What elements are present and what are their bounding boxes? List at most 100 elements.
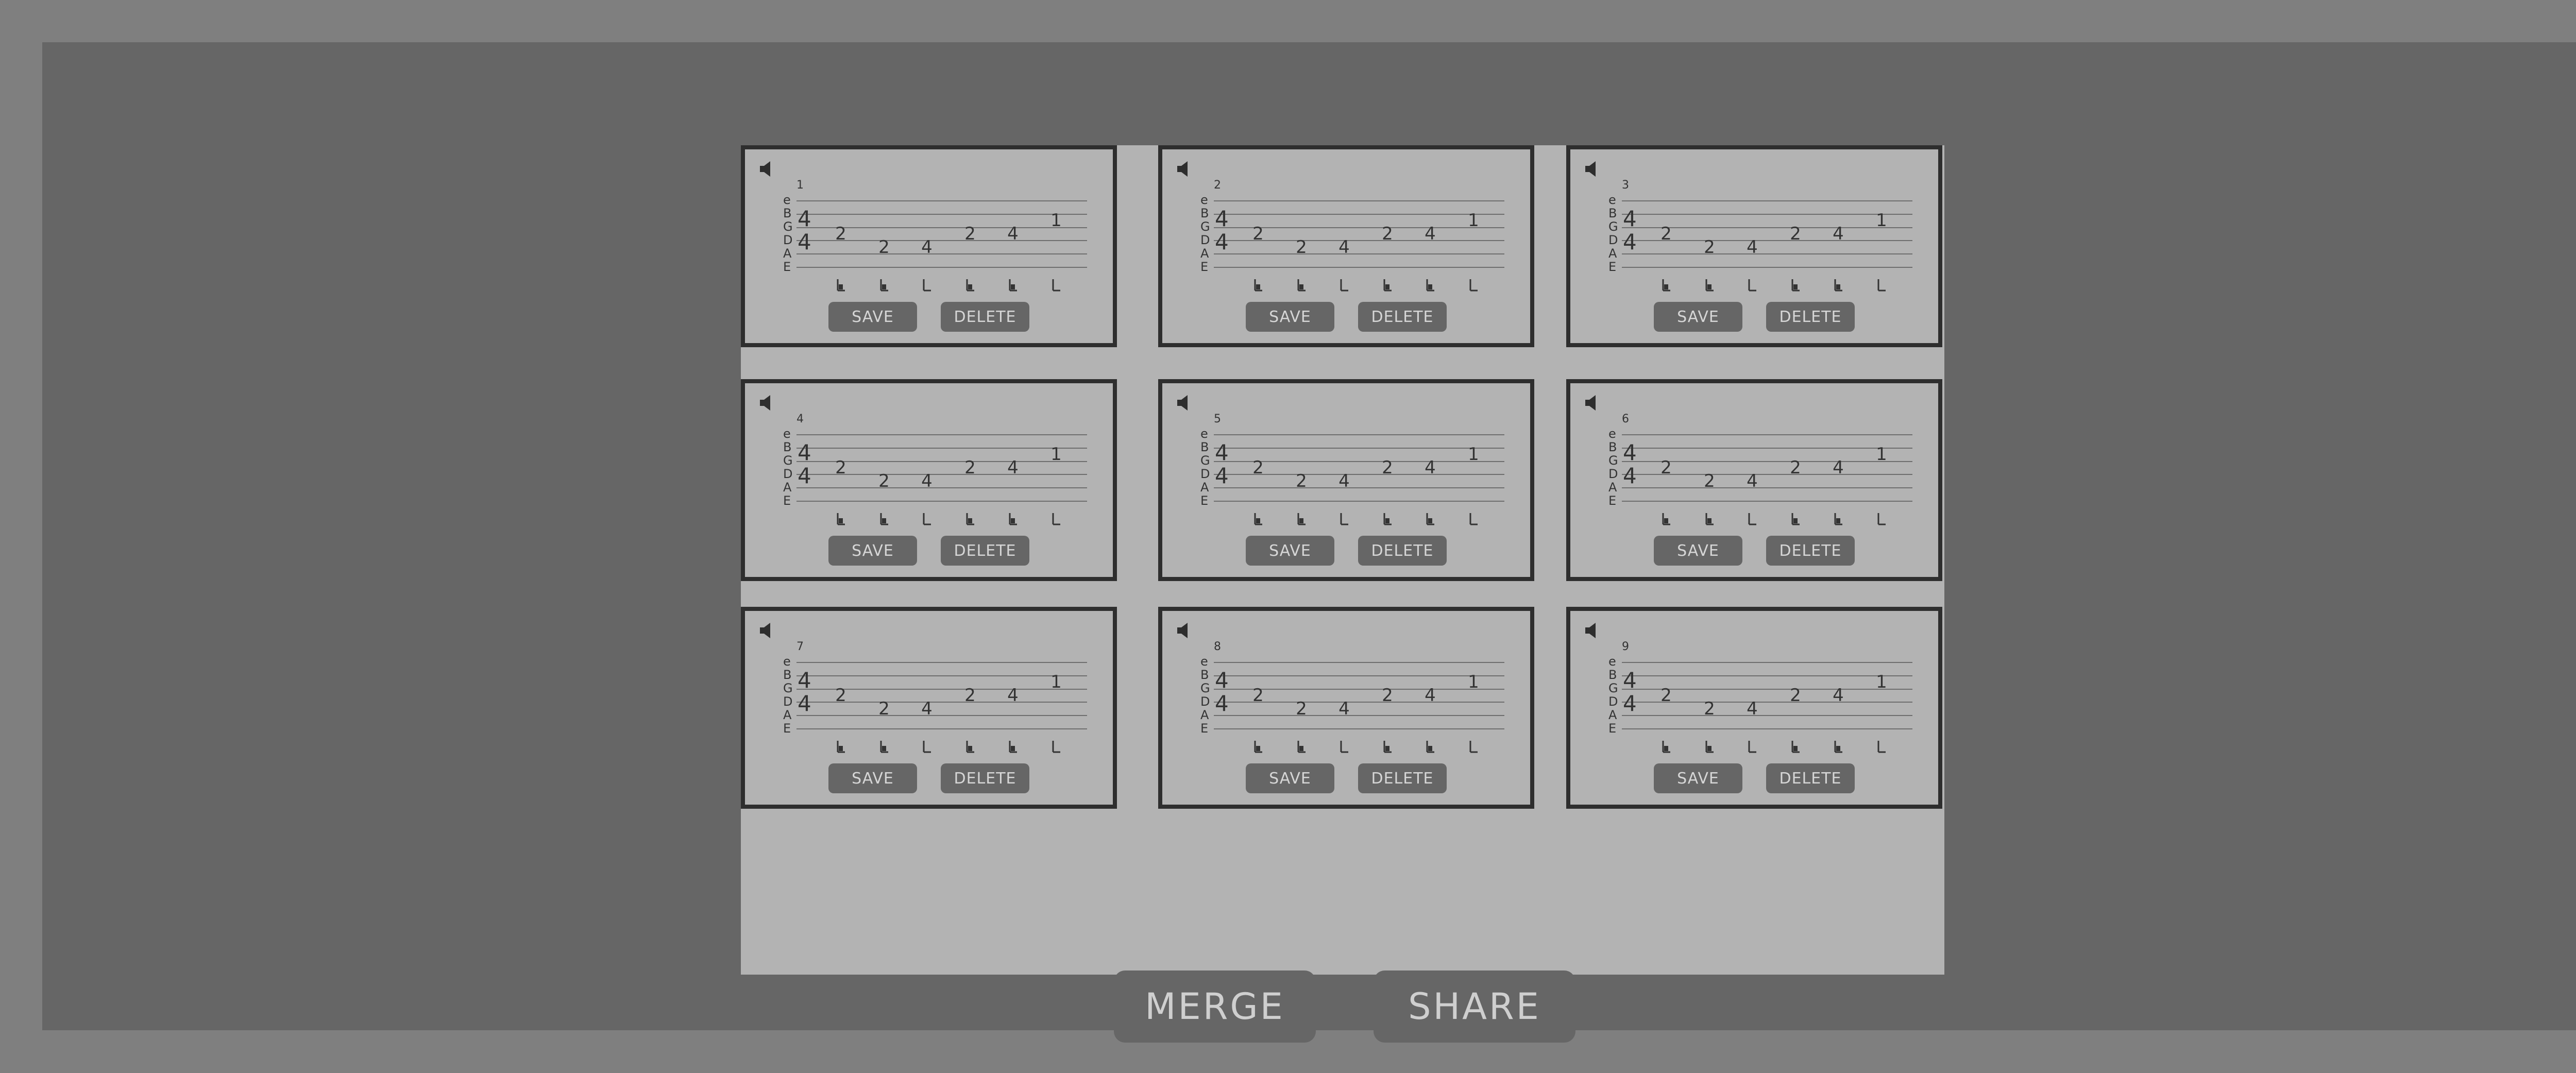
fret-note: 1 bbox=[1468, 444, 1479, 465]
fret-note: 1 bbox=[1050, 210, 1062, 231]
tab-card: 9 e B G D A E 4 4 2 2 4 2 4 1 SAVE DELETE bbox=[1566, 607, 1942, 809]
string-label: E bbox=[1200, 721, 1208, 736]
delete-button[interactable]: DELETE bbox=[941, 763, 1029, 793]
tab-number: 2 bbox=[1214, 179, 1221, 192]
save-button[interactable]: SAVE bbox=[828, 763, 917, 793]
string-label: E bbox=[1608, 260, 1616, 274]
time-signature-bottom: 4 bbox=[1215, 229, 1229, 254]
rhythm-mark bbox=[1748, 741, 1756, 753]
fret-note: 4 bbox=[1007, 685, 1019, 706]
time-signature-bottom: 4 bbox=[798, 463, 811, 488]
tab-number: 3 bbox=[1622, 179, 1629, 192]
string-label: D bbox=[1200, 694, 1210, 709]
fret-note: 2 bbox=[1704, 237, 1715, 258]
string-label: A bbox=[1608, 708, 1617, 722]
delete-button[interactable]: DELETE bbox=[941, 536, 1029, 566]
tab-number: 9 bbox=[1622, 640, 1629, 653]
fret-note: 4 bbox=[1007, 457, 1019, 478]
fret-note: 4 bbox=[1747, 471, 1758, 491]
string-label: G bbox=[783, 219, 793, 234]
rhythm-mark bbox=[1052, 513, 1060, 525]
string-label: A bbox=[1200, 708, 1209, 722]
save-button[interactable]: SAVE bbox=[1246, 536, 1334, 566]
rhythm-mark bbox=[880, 279, 888, 292]
tablature: 2eBGDAE44 22 42 41 bbox=[1200, 179, 1504, 292]
string-label: D bbox=[1200, 467, 1210, 481]
rhythm-mark bbox=[1877, 741, 1886, 753]
rhythm-mark bbox=[1340, 279, 1348, 292]
rhythm-mark bbox=[1009, 513, 1017, 525]
rhythm-mark bbox=[1254, 741, 1262, 753]
save-button[interactable]: SAVE bbox=[1654, 302, 1742, 332]
rhythm-mark bbox=[1254, 513, 1262, 525]
string-label: e bbox=[783, 654, 791, 669]
string-label: B bbox=[1608, 206, 1617, 220]
string-label: A bbox=[783, 480, 792, 495]
save-button[interactable]: SAVE bbox=[828, 536, 917, 566]
delete-button[interactable]: DELETE bbox=[1766, 763, 1855, 793]
string-label: E bbox=[1608, 721, 1616, 736]
time-signature-top: 4 bbox=[1623, 440, 1637, 465]
delete-button[interactable]: DELETE bbox=[1358, 763, 1447, 793]
rhythm-mark bbox=[1662, 741, 1670, 753]
rhythm-mark bbox=[1340, 513, 1348, 525]
fret-note: 4 bbox=[1007, 224, 1019, 244]
delete-button[interactable]: DELETE bbox=[1358, 536, 1447, 566]
string-label: e bbox=[1608, 654, 1616, 669]
fret-note: 2 bbox=[1296, 699, 1307, 719]
string-label: G bbox=[1608, 453, 1618, 468]
string-label: e bbox=[1200, 654, 1208, 669]
rhythm-mark bbox=[1662, 513, 1670, 525]
rhythm-mark bbox=[1834, 741, 1842, 753]
fret-note: 4 bbox=[1747, 237, 1758, 258]
string-label: e bbox=[783, 193, 791, 207]
fret-note: 1 bbox=[1468, 672, 1479, 692]
string-label: D bbox=[1608, 233, 1618, 247]
string-label: A bbox=[1200, 246, 1209, 261]
fret-note: 2 bbox=[964, 685, 976, 706]
fret-note: 2 bbox=[1382, 685, 1393, 706]
rhythm-mark bbox=[837, 279, 845, 292]
rhythm-mark bbox=[1748, 513, 1756, 525]
save-button[interactable]: SAVE bbox=[1246, 302, 1334, 332]
time-signature-top: 4 bbox=[1623, 206, 1637, 231]
time-signature-bottom: 4 bbox=[1623, 463, 1637, 488]
fret-note: 1 bbox=[1876, 210, 1887, 231]
delete-button[interactable]: DELETE bbox=[1766, 302, 1855, 332]
fret-note: 4 bbox=[921, 237, 933, 258]
delete-button[interactable]: DELETE bbox=[941, 302, 1029, 332]
fret-note: 2 bbox=[1660, 224, 1672, 244]
rhythm-mark bbox=[1834, 513, 1842, 525]
tab-number: 1 bbox=[796, 179, 804, 192]
fret-note: 2 bbox=[1790, 685, 1801, 706]
fret-note: 2 bbox=[835, 685, 846, 706]
tab-number: 6 bbox=[1622, 413, 1629, 425]
fret-note: 4 bbox=[1338, 699, 1350, 719]
save-button[interactable]: SAVE bbox=[828, 302, 917, 332]
string-label: G bbox=[1608, 681, 1618, 695]
rhythm-mark bbox=[1469, 741, 1478, 753]
tablature: 4eBGDAE44 22 42 41 bbox=[783, 413, 1087, 525]
string-label: A bbox=[1608, 246, 1617, 261]
rhythm-mark bbox=[880, 513, 888, 525]
save-button[interactable]: SAVE bbox=[1246, 763, 1334, 793]
rhythm-mark bbox=[1383, 741, 1392, 753]
merge-button[interactable]: MERGE bbox=[1114, 970, 1316, 1043]
rhythm-mark bbox=[1877, 279, 1886, 292]
delete-button[interactable]: DELETE bbox=[1766, 536, 1855, 566]
fret-note: 2 bbox=[964, 224, 976, 244]
string-label: G bbox=[1608, 219, 1618, 234]
tab-card: 5 e B G D A E 4 4 2 2 4 2 4 1 SAVE DELETE bbox=[1158, 379, 1534, 581]
delete-button[interactable]: DELETE bbox=[1358, 302, 1447, 332]
save-button[interactable]: SAVE bbox=[1654, 536, 1742, 566]
tab-number: 4 bbox=[796, 413, 804, 425]
time-signature-bottom: 4 bbox=[798, 691, 811, 716]
fret-note: 4 bbox=[1833, 685, 1844, 706]
rhythm-mark bbox=[923, 513, 931, 525]
share-button[interactable]: SHARE bbox=[1374, 970, 1575, 1043]
rhythm-mark bbox=[1254, 279, 1262, 292]
fret-note: 4 bbox=[1833, 457, 1844, 478]
fret-note: 4 bbox=[921, 699, 933, 719]
tab-card: 8 e B G D A E 4 4 2 2 4 2 4 1 SAVE DELETE bbox=[1158, 607, 1534, 809]
save-button[interactable]: SAVE bbox=[1654, 763, 1742, 793]
